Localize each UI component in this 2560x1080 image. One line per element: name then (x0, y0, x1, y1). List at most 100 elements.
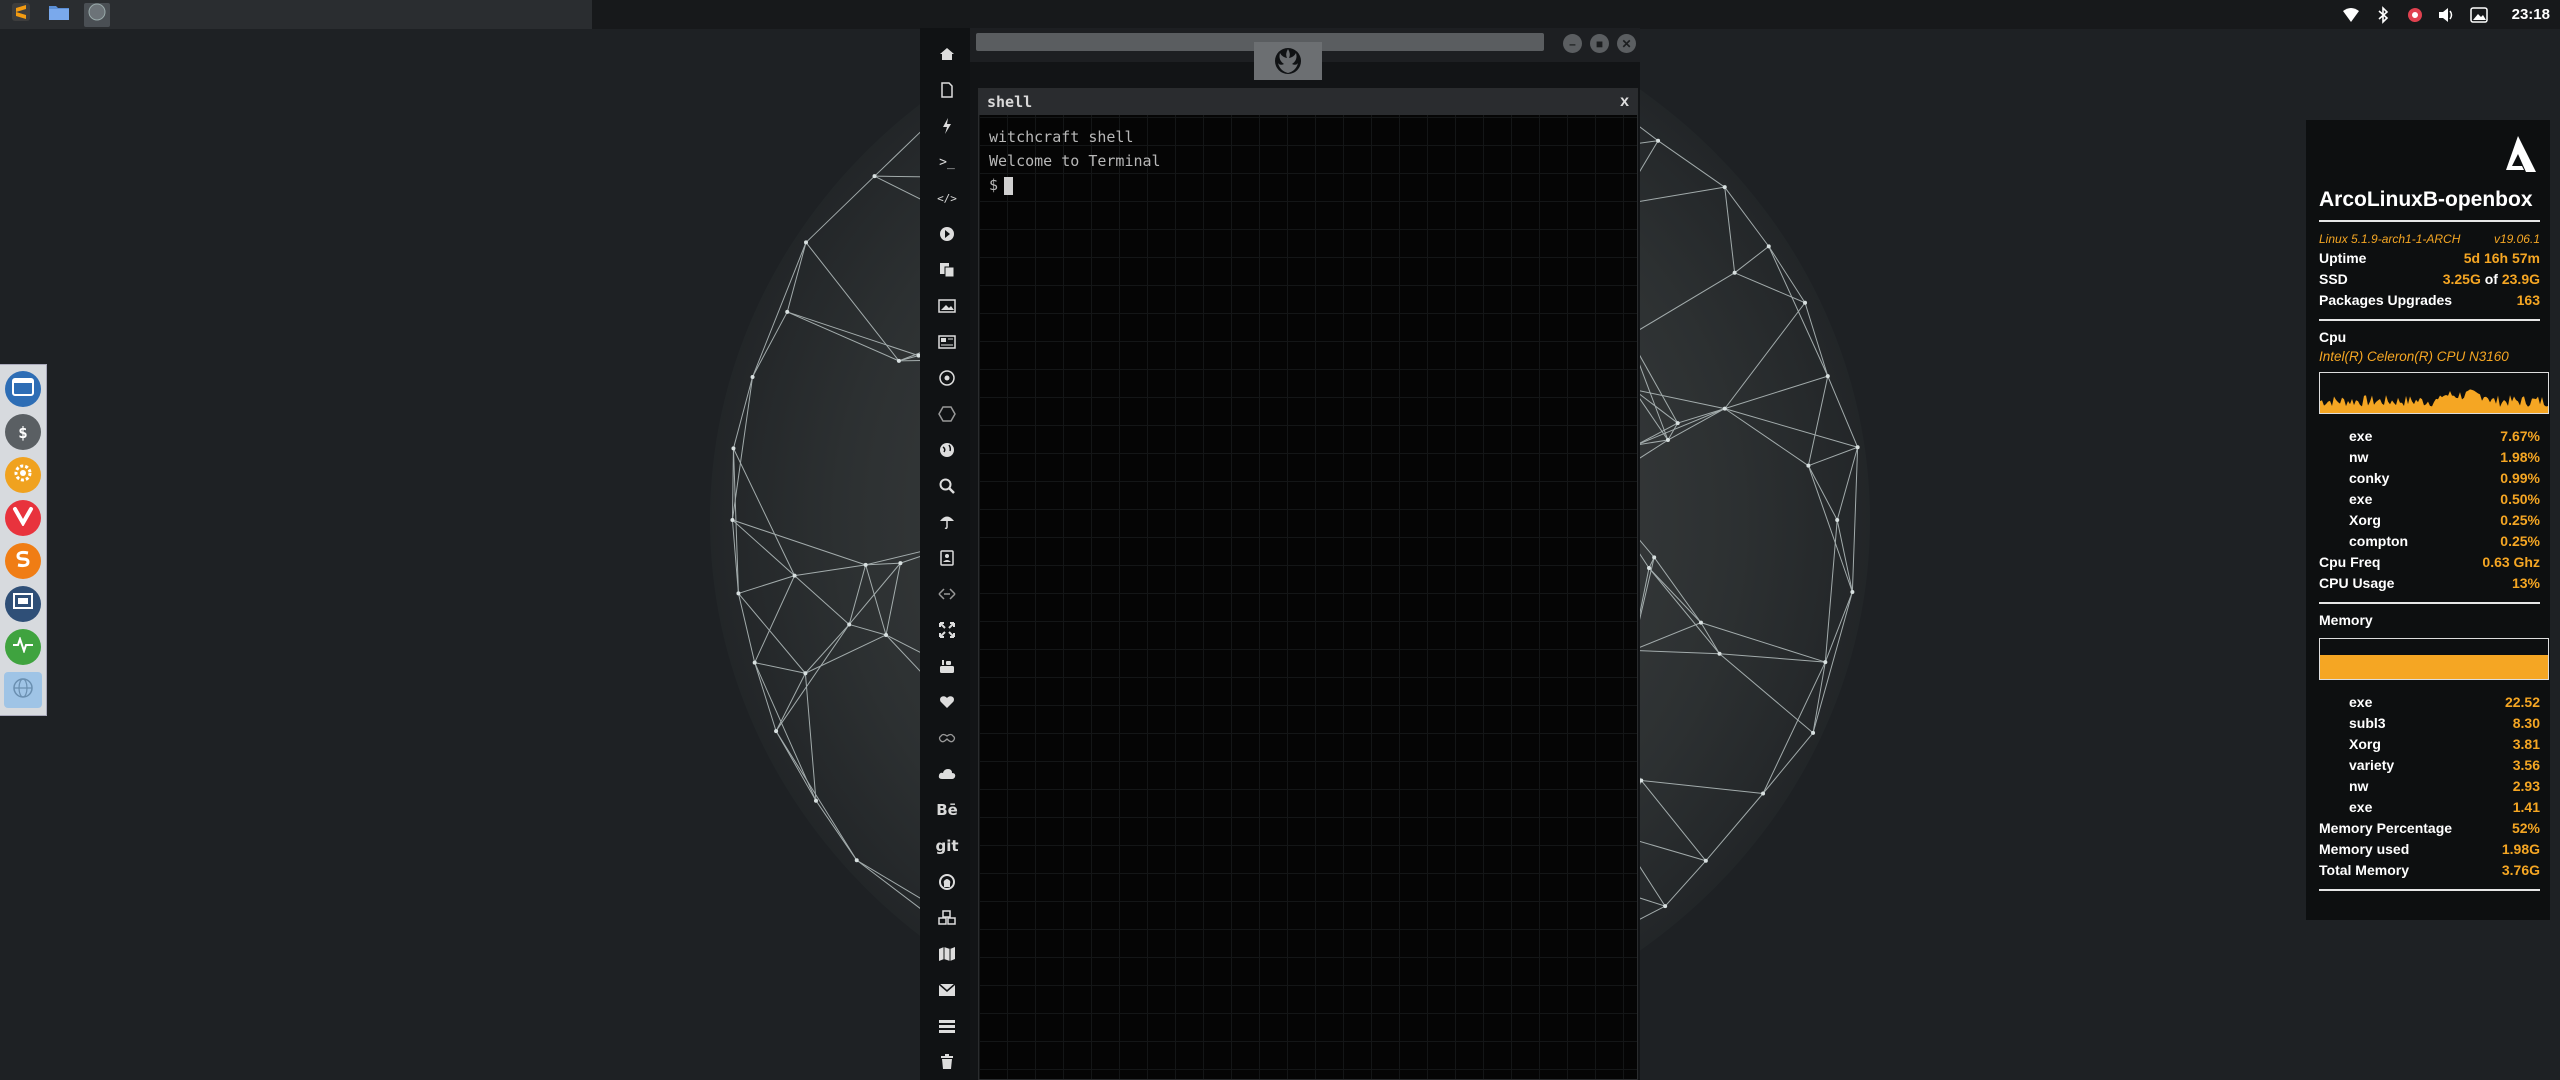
uptime-value: 5d 16h 57m (2463, 250, 2540, 266)
list-icon[interactable] (934, 1008, 960, 1044)
window-titlebar[interactable]: – ■ ✕ (970, 28, 1640, 80)
cpu-usage-value: 13% (2511, 575, 2540, 591)
maximize-button[interactable]: ■ (1590, 34, 1609, 53)
terminal-close-button[interactable]: x (1620, 93, 1629, 111)
youtube-icon[interactable] (934, 648, 960, 684)
terminal-title: shell (987, 93, 1033, 111)
minimize-button[interactable]: – (1563, 34, 1582, 53)
close-button[interactable]: ✕ (1617, 34, 1636, 53)
dock-item-screenshot[interactable] (5, 586, 41, 622)
process-name: conky (2349, 470, 2390, 486)
process-value: 8.30 (2512, 715, 2540, 731)
mail-icon[interactable] (934, 972, 960, 1008)
update-alert-icon[interactable] (2406, 6, 2424, 24)
terminal-output[interactable]: witchcraft shell Welcome to Terminal $ (979, 115, 1637, 207)
memory-percentage-value: 52% (2511, 820, 2540, 836)
bluetooth-icon[interactable] (2374, 5, 2392, 24)
process-row: subl3 8.30 (2319, 713, 2540, 734)
play-icon[interactable] (934, 216, 960, 252)
home-icon[interactable] (934, 36, 960, 72)
app-window-taskbar-button[interactable] (84, 2, 110, 27)
cpu-usage-row: CPU Usage 13% (2319, 573, 2540, 594)
clock[interactable]: 23:18 (2512, 6, 2550, 23)
activity-monitor-icon (12, 635, 34, 658)
dock-item-window-manager[interactable] (5, 371, 41, 407)
total-memory-label: Total Memory (2319, 862, 2409, 878)
diamond-icon[interactable] (934, 576, 960, 612)
process-row: conky 0.99% (2319, 468, 2540, 489)
lightning-icon[interactable] (934, 108, 960, 144)
uptime-row: Uptime 5d 16h 57m (2319, 248, 2540, 269)
git-icon[interactable]: git (934, 828, 960, 864)
expand-icon[interactable] (934, 612, 960, 648)
map-icon[interactable] (934, 936, 960, 972)
terminal-prompt-line[interactable]: $ (989, 173, 1627, 197)
dock-item-sublime[interactable] (5, 543, 41, 579)
cloud-link-icon[interactable] (934, 720, 960, 756)
process-row: compton 0.25% (2319, 531, 2540, 552)
process-name: exe (2349, 799, 2373, 815)
search-icon[interactable] (934, 468, 960, 504)
process-value: 1.41 (2512, 799, 2540, 815)
process-value: 0.25% (2500, 533, 2540, 549)
process-row: Xorg 3.81 (2319, 734, 2540, 755)
dock-item-settings[interactable] (5, 457, 41, 493)
app-window-icon (87, 2, 107, 27)
volume-icon[interactable] (2438, 6, 2456, 24)
memory-percentage-label: Memory Percentage (2319, 820, 2453, 836)
cloud-icon[interactable] (934, 756, 960, 792)
contact-card-icon[interactable] (934, 540, 960, 576)
process-row: Xorg 0.25% (2319, 510, 2540, 531)
process-value: 22.52 (2504, 694, 2540, 710)
image-viewer-icon[interactable] (2469, 6, 2488, 24)
hexagon-icon[interactable] (934, 396, 960, 432)
process-name: exe (2349, 491, 2373, 507)
cubes-icon[interactable] (934, 900, 960, 936)
rebel-alliance-logo (1254, 42, 1322, 80)
wifi-icon[interactable] (2342, 6, 2360, 24)
memory-percentage-row: Memory Percentage 52% (2319, 818, 2540, 839)
umbrella-icon[interactable] (934, 504, 960, 540)
vivaldi-icon (12, 506, 34, 531)
files-taskbar-button[interactable] (46, 3, 72, 27)
document-icon[interactable] (934, 72, 960, 108)
terminal-prompt-icon[interactable]: >_ (934, 144, 960, 180)
dock-item-terminal[interactable]: $ (5, 414, 41, 450)
terminal-line: witchcraft shell (989, 128, 1134, 146)
process-name: nw (2349, 778, 2369, 794)
cpu-section-title: Cpu (2319, 329, 2347, 345)
process-value: 3.81 (2512, 736, 2540, 752)
dock-item-system-monitor[interactable] (5, 629, 41, 665)
process-row: nw 2.93 (2319, 776, 2540, 797)
terminal-titlebar[interactable]: shell x (979, 89, 1637, 115)
memory-used-value: 1.98G (2501, 841, 2540, 857)
globe-icon[interactable] (934, 432, 960, 468)
system-tray: 23:18 (2342, 0, 2550, 29)
rebel-icon[interactable] (934, 360, 960, 396)
dock-item-network[interactable] (4, 672, 42, 708)
packages-row: Packages Upgrades 163 (2319, 290, 2540, 311)
dock-item-vivaldi[interactable] (5, 500, 41, 536)
terminal-window[interactable]: shell x witchcraft shell Welcome to Term… (978, 88, 1638, 1080)
behance-icon[interactable]: Bē (934, 792, 960, 828)
process-name: nw (2349, 449, 2369, 465)
newspaper-icon[interactable] (934, 324, 960, 360)
sublime-taskbar-button[interactable] (8, 3, 34, 27)
image-icon[interactable] (934, 288, 960, 324)
heart-icon[interactable] (934, 684, 960, 720)
packages-value: 163 (2516, 292, 2540, 308)
left-dock: $ (0, 364, 47, 716)
code-icon[interactable]: </> (934, 180, 960, 216)
process-row: exe 0.50% (2319, 489, 2540, 510)
memory-graph (2319, 638, 2549, 680)
terminal-dollar-icon: $ (18, 422, 28, 442)
process-value: 0.25% (2500, 512, 2540, 528)
ssd-total: 23.9G (2501, 271, 2540, 287)
screenshot-icon (12, 592, 34, 617)
memory-section-title: Memory (2319, 612, 2373, 628)
trash-icon[interactable] (934, 1044, 960, 1080)
process-row: exe 7.67% (2319, 426, 2540, 447)
copy-files-icon[interactable] (934, 252, 960, 288)
gear-icon (12, 462, 34, 489)
github-icon[interactable] (934, 864, 960, 900)
